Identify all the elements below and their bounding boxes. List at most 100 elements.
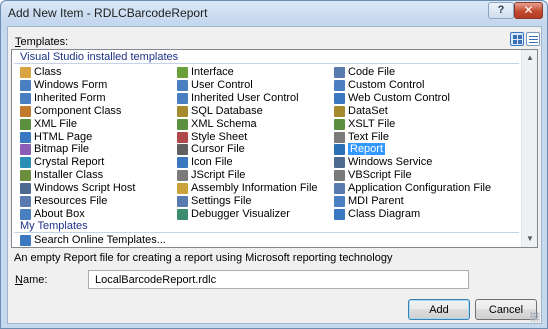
- template-item[interactable]: Cursor File: [177, 143, 245, 156]
- template-item[interactable]: Windows Form: [20, 79, 107, 92]
- template-item-label: XSLT File: [348, 117, 396, 130]
- scroll-up-icon[interactable]: ▲: [522, 50, 537, 66]
- template-item-label: Class Diagram: [348, 207, 421, 220]
- template-item[interactable]: Assembly Information File: [177, 182, 318, 195]
- template-item-label: Windows Form: [34, 78, 108, 91]
- about-box-icon: [20, 208, 31, 220]
- template-item-label: DataSet: [348, 104, 388, 117]
- user-control-icon: [177, 79, 188, 91]
- template-item[interactable]: Text File: [334, 131, 389, 144]
- cursor-file-icon: [177, 144, 188, 156]
- templates-label: Templates:: [15, 36, 69, 48]
- large-icons-view-button[interactable]: [510, 32, 524, 46]
- template-item[interactable]: Crystal Report: [20, 156, 104, 169]
- template-item[interactable]: Inherited Form: [20, 92, 106, 105]
- class-diagram-icon: [334, 208, 345, 220]
- title-bar[interactable]: Add New Item - RDLCBarcodeReport ? ✕: [1, 1, 547, 25]
- template-item[interactable]: Installer Class: [20, 169, 103, 182]
- template-item[interactable]: About Box: [20, 208, 85, 221]
- close-button[interactable]: ✕: [514, 2, 543, 19]
- template-item-label: Inherited Form: [34, 91, 106, 104]
- debugger-visualizer-icon: [177, 208, 188, 220]
- group-header-my-templates: My Templates: [20, 220, 88, 232]
- template-item[interactable]: XML Schema: [177, 118, 257, 131]
- jscript-file-icon: [177, 170, 188, 182]
- template-item-label: About Box: [34, 207, 85, 220]
- crystal-report-icon: [20, 157, 31, 169]
- search-online-icon: [20, 235, 31, 246]
- template-item[interactable]: Class Diagram: [334, 208, 420, 221]
- template-item[interactable]: Custom Control: [334, 79, 424, 92]
- template-item[interactable]: JScript File: [177, 169, 245, 182]
- template-item[interactable]: XML File: [20, 118, 77, 131]
- template-item[interactable]: Bitmap File: [20, 143, 89, 156]
- template-item-label: Cursor File: [191, 143, 245, 156]
- template-item[interactable]: User Control: [177, 79, 253, 92]
- templates-list[interactable]: Visual Studio installed templates Class W…: [11, 49, 538, 248]
- script-host-icon: [20, 183, 31, 195]
- template-item-label: Resources File: [34, 195, 108, 207]
- template-item[interactable]: Web Custom Control: [334, 92, 450, 105]
- template-item-label: SQL Database: [191, 104, 263, 117]
- help-button[interactable]: ?: [488, 2, 514, 19]
- template-item[interactable]: Windows Service: [334, 156, 432, 169]
- name-input[interactable]: [88, 270, 469, 289]
- template-item-label: Inherited User Control: [191, 91, 299, 104]
- template-item[interactable]: MDI Parent: [334, 195, 404, 208]
- template-item-label: MDI Parent: [348, 195, 404, 207]
- template-item[interactable]: Interface: [177, 66, 234, 79]
- template-item[interactable]: Style Sheet: [177, 131, 247, 144]
- template-item-label: JScript File: [191, 169, 246, 182]
- style-sheet-icon: [177, 131, 188, 143]
- name-label: Name:: [15, 274, 48, 286]
- template-item[interactable]: HTML Page: [20, 131, 92, 144]
- template-item[interactable]: Class: [20, 66, 62, 79]
- small-icons-view-button[interactable]: [526, 32, 540, 46]
- template-item-label: Component Class: [34, 104, 122, 117]
- installer-class-icon: [20, 170, 31, 182]
- dataset-icon: [334, 105, 345, 117]
- text-file-icon: [334, 131, 345, 143]
- resize-grip-icon[interactable]: [530, 312, 540, 322]
- template-item-label: Windows Script Host: [34, 182, 136, 195]
- template-item[interactable]: Report: [334, 143, 386, 156]
- search-online-templates-item[interactable]: Search Online Templates...: [20, 234, 166, 247]
- code-file-icon: [334, 67, 345, 78]
- xslt-file-icon: [334, 118, 345, 130]
- templates-scrollbar[interactable]: ▲ ▼: [521, 50, 537, 247]
- cancel-button[interactable]: Cancel: [475, 299, 537, 320]
- html-page-icon: [20, 131, 31, 143]
- app-config-icon: [334, 183, 345, 195]
- template-item[interactable]: Icon File: [177, 156, 233, 169]
- template-item[interactable]: DataSet: [334, 105, 388, 118]
- template-item-label: Report: [348, 143, 386, 156]
- template-item[interactable]: Settings File: [177, 195, 252, 208]
- template-item-label: XML File: [34, 117, 77, 130]
- inherited-user-control-icon: [177, 92, 188, 104]
- scroll-down-icon[interactable]: ▼: [522, 231, 537, 247]
- template-item[interactable]: VBScript File: [334, 169, 412, 182]
- template-item-label: XML Schema: [191, 117, 257, 130]
- add-button[interactable]: Add: [408, 299, 470, 320]
- template-item[interactable]: Debugger Visualizer: [177, 208, 290, 221]
- template-item-label: Icon File: [191, 156, 233, 169]
- template-item[interactable]: Component Class: [20, 105, 121, 118]
- dialog-body: Templates: Visual Studio installed templ…: [7, 26, 542, 324]
- sql-database-icon: [177, 105, 188, 117]
- template-item[interactable]: SQL Database: [177, 105, 263, 118]
- template-item[interactable]: Code File: [334, 66, 395, 79]
- template-item[interactable]: XSLT File: [334, 118, 395, 131]
- template-item[interactable]: Application Configuration File: [334, 182, 491, 195]
- windows-service-icon: [334, 157, 345, 169]
- template-item-label: Assembly Information File: [191, 182, 318, 195]
- template-item-label: Interface: [191, 66, 234, 78]
- template-item[interactable]: Inherited User Control: [177, 92, 299, 105]
- group-header-installed: Visual Studio installed templates: [20, 51, 179, 63]
- template-item-label: Web Custom Control: [348, 91, 450, 104]
- template-item[interactable]: Windows Script Host: [20, 182, 135, 195]
- add-new-item-dialog: Add New Item - RDLCBarcodeReport ? ✕ Tem…: [0, 0, 548, 329]
- template-item-label: Class: [34, 66, 62, 78]
- template-item-label: Custom Control: [348, 78, 425, 91]
- component-class-icon: [20, 105, 31, 117]
- template-item[interactable]: Resources File: [20, 195, 107, 208]
